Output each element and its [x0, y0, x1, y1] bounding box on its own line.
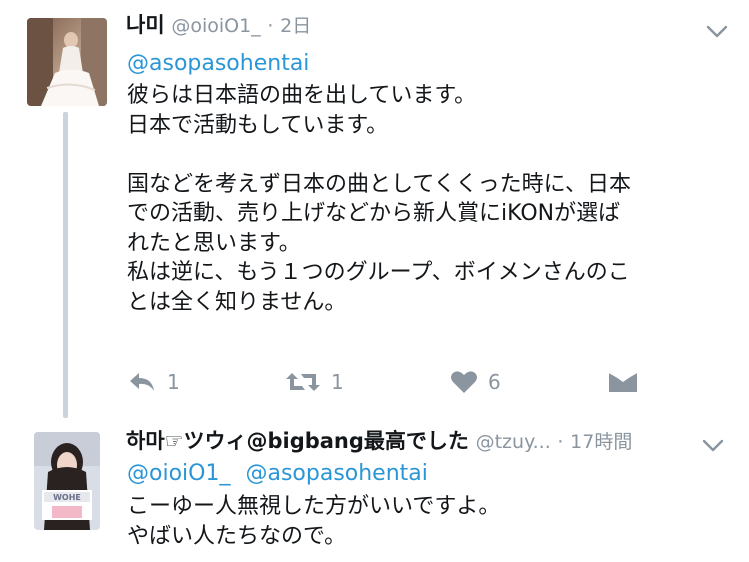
mention-link[interactable]: @asopasohentai — [245, 461, 427, 486]
text-line: 私は逆に、もう１つのグループ、ボイメンさんのこ — [127, 260, 630, 285]
retweet-count: 1 — [331, 370, 344, 394]
text-line: とは全く知りません。 — [127, 289, 347, 315]
mention-link[interactable]: @oioiO1_ — [127, 461, 230, 486]
timestamp[interactable]: 17時間 — [570, 431, 632, 453]
envelope-icon — [608, 371, 638, 392]
tweet-header: 나미 @oioiO1_ · 2日 — [126, 12, 311, 39]
reply-button[interactable]: 1 — [127, 365, 180, 399]
retweet-icon — [286, 373, 320, 391]
reply-icon — [130, 373, 154, 391]
text-line — [127, 140, 727, 170]
mention-link[interactable]: @asopasohentai — [127, 51, 309, 76]
avatar[interactable]: WOHE — [34, 432, 100, 530]
direct-message-button[interactable] — [608, 365, 648, 399]
text-line: こーゆー人無視した方がいいですよ。 — [127, 494, 501, 519]
tweet[interactable]: 나미 @oioiO1_ · 2日 @asopasohentai 彼らは日本語の曲… — [0, 0, 749, 418]
text-line: れたと思います。 — [127, 230, 301, 256]
tweet[interactable]: WOHE 하마☞ツウィ@bigbang最高でした @tzuy... · 17時間… — [0, 412, 749, 562]
text-line: やばい人たちなので。 — [127, 523, 347, 549]
like-button[interactable]: 6 — [450, 365, 501, 399]
mentions: @asopasohentai — [127, 49, 317, 79]
chevron-down-icon[interactable] — [701, 438, 725, 454]
display-name[interactable]: 하마☞ツウィ@bigbang最高でした — [126, 429, 469, 453]
like-count: 6 — [488, 370, 501, 394]
tweet-text: 彼らは日本語の曲を出しています。 日本で活動もしています。 国などを考えず日本の… — [127, 81, 727, 317]
chevron-down-icon[interactable] — [705, 24, 729, 40]
tweet-text: こーゆー人無視した方がいいですよ。 やばい人たちなので。 — [127, 492, 727, 551]
text-line: での活動、売り上げなどから新人賞にiKONが選ば — [127, 201, 621, 226]
tweet-actions: 1 1 6 — [127, 365, 647, 399]
user-handle[interactable]: @tzuy... — [476, 431, 551, 453]
separator: · — [267, 15, 274, 37]
svg-text:WOHE: WOHE — [53, 493, 81, 502]
user-handle[interactable]: @oioiO1_ — [171, 15, 260, 37]
display-name[interactable]: 나미 — [126, 13, 165, 37]
thread-line — [63, 112, 68, 418]
separator: · — [557, 431, 564, 453]
avatar[interactable] — [27, 18, 107, 106]
reply-count: 1 — [167, 370, 180, 394]
text-line: 日本で活動もしています。 — [127, 112, 389, 138]
text-line: 国などを考えず日本の曲としてくくった時に、日本 — [127, 171, 632, 197]
heart-icon — [451, 371, 477, 393]
text-line: 彼らは日本語の曲を出しています。 — [127, 83, 477, 108]
mentions: @oioiO1_ @asopasohentai — [127, 459, 436, 489]
tweet-header: 하마☞ツウィ@bigbang最高でした @tzuy... · 17時間 — [126, 428, 632, 455]
retweet-button[interactable]: 1 — [285, 365, 344, 399]
timestamp[interactable]: 2日 — [280, 15, 311, 37]
